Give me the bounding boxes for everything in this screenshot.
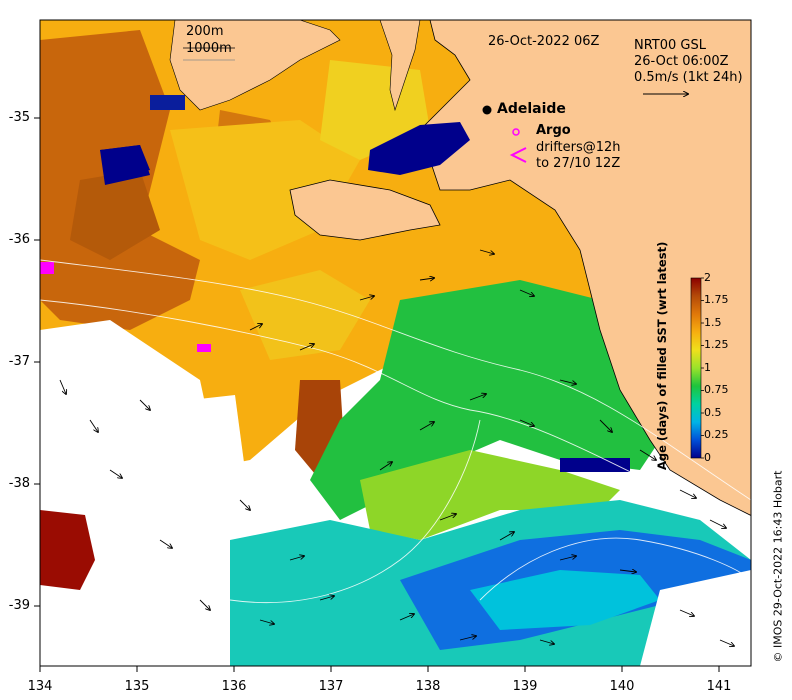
colorbar-title: Age (days) of filled SST (wrt latest) (655, 241, 669, 470)
colorbar-tick-label: 1 (704, 361, 711, 374)
x-tick-label: 141 (706, 679, 732, 694)
y-tick-label: -39 (8, 598, 30, 613)
x-tick-label: 135 (124, 679, 150, 694)
colorbar-tick-label: 1.25 (704, 338, 729, 351)
x-tick-label: 140 (609, 679, 635, 694)
drifters-label-line2: to 27/10 12Z (536, 156, 621, 171)
colorbar-tick-label: 0.75 (704, 383, 729, 396)
drifters-label-line1: drifters@12h (536, 140, 621, 155)
y-tick-label: -36 (8, 232, 30, 247)
colorbar-tick-label: 0.5 (704, 406, 722, 419)
y-tick-label: -37 (8, 354, 30, 369)
isobath-label-200m: 200m (186, 24, 224, 39)
map-figure (34, 19, 752, 672)
colorbar-tick-label: 1.5 (704, 316, 722, 329)
date-title: 26-Oct-2022 06Z (488, 34, 600, 49)
colorbar-tick-label: 0.25 (704, 428, 729, 441)
isobath-label-1000m: 1000m (186, 41, 232, 56)
x-tick-label: 138 (415, 679, 441, 694)
x-tick-label: 134 (27, 679, 53, 694)
colorbar-tick-label: 1.75 (704, 293, 729, 306)
argo-label: Argo (536, 123, 571, 138)
map-area (40, 20, 751, 666)
current-legend-line2: 26-Oct 06:00Z (634, 54, 729, 69)
x-tick-label: 139 (512, 679, 538, 694)
y-tick-label: -35 (8, 110, 30, 125)
current-legend-line1: NRT00 GSL (634, 38, 706, 53)
colorbar-tick-label: 2 (704, 271, 711, 284)
colorbar (690, 277, 702, 459)
current-legend-line3: 0.5m/s (1kt 24h) (634, 70, 743, 85)
x-tick-label: 137 (318, 679, 344, 694)
colorbar-tick-label: 0 (704, 451, 711, 464)
city-label: Adelaide (497, 101, 566, 117)
adelaide-marker (482, 105, 492, 115)
credit-text: © IMOS 29-Oct-2022 16:43 Hobart (771, 470, 785, 663)
y-tick-label: -38 (8, 476, 30, 491)
x-tick-label: 136 (221, 679, 247, 694)
